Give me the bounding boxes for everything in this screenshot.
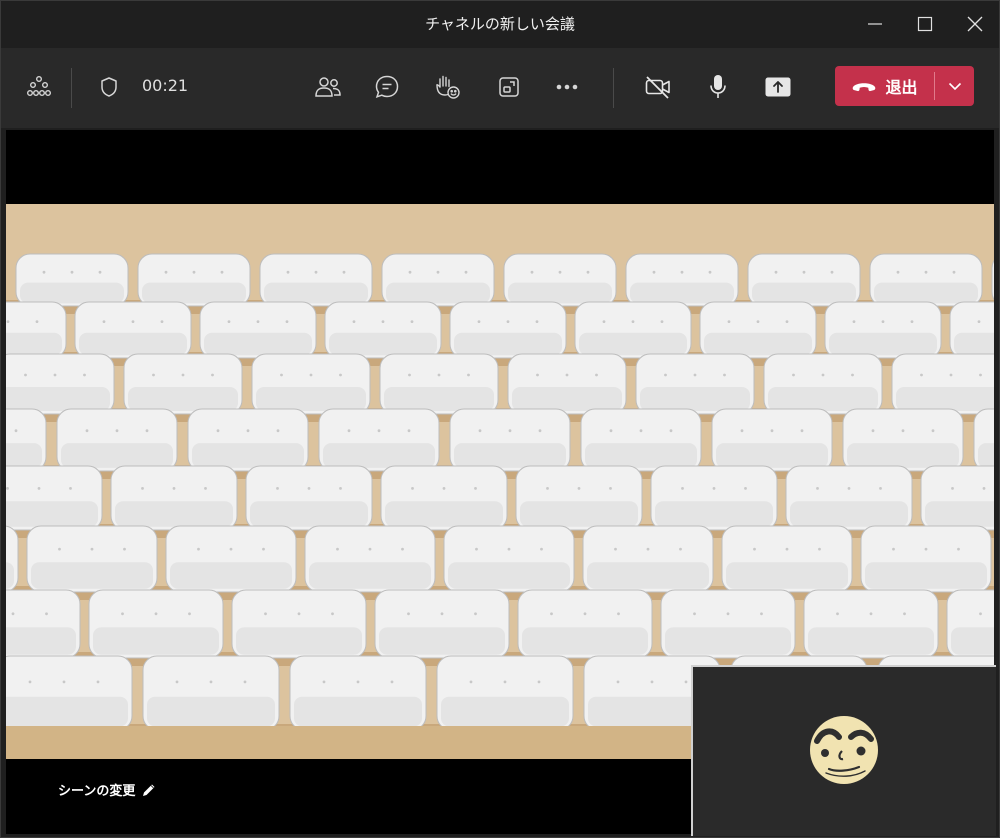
mic-icon [710,75,726,98]
reactions-button[interactable] [430,70,464,104]
minimize-icon [868,23,882,25]
toolbar-divider [71,68,72,108]
change-scene-button[interactable]: シーンの変更 [58,780,157,799]
phone-hangup-icon [853,83,876,92]
people-icon [315,77,341,97]
self-video-preview[interactable] [691,665,996,836]
leave-label: 退出 [885,78,918,97]
maximize-icon [917,16,933,32]
chevron-down-icon [948,82,961,90]
close-button[interactable] [950,0,1000,48]
avatar [810,716,878,784]
leave-button[interactable]: 退出 [835,66,934,106]
minimize-button[interactable] [850,0,900,48]
meeting-timer: 00:21 [142,76,189,95]
leave-options-button[interactable] [935,66,974,106]
close-icon [967,16,983,32]
change-scene-label: シーンの変更 [58,784,136,799]
raise-hand-icon [436,75,460,99]
more-options-button[interactable] [550,70,584,104]
shield-icon [101,77,117,97]
pencil-icon [143,784,155,796]
participants-button[interactable] [310,70,346,104]
toolbar-divider [613,68,614,108]
microphone-button[interactable] [702,70,734,104]
camera-off-icon [645,76,670,99]
view-button[interactable] [492,70,526,104]
apps-grid-icon [27,76,52,97]
chat-button[interactable] [370,70,404,104]
view-switch-icon [499,77,519,97]
title-bar: チャネルの新しい会議 [0,0,1000,48]
camera-toggle-button[interactable] [640,70,676,104]
share-content-button[interactable] [760,70,796,104]
meeting-info-button[interactable] [94,72,124,102]
maximize-button[interactable] [900,0,950,48]
apps-button[interactable] [22,70,56,104]
meeting-toolbar: 00:21 退出 [0,48,1000,128]
chat-icon [375,75,399,98]
share-screen-icon [765,77,791,97]
more-icon [556,84,578,90]
leave-button-group: 退出 [835,66,974,106]
